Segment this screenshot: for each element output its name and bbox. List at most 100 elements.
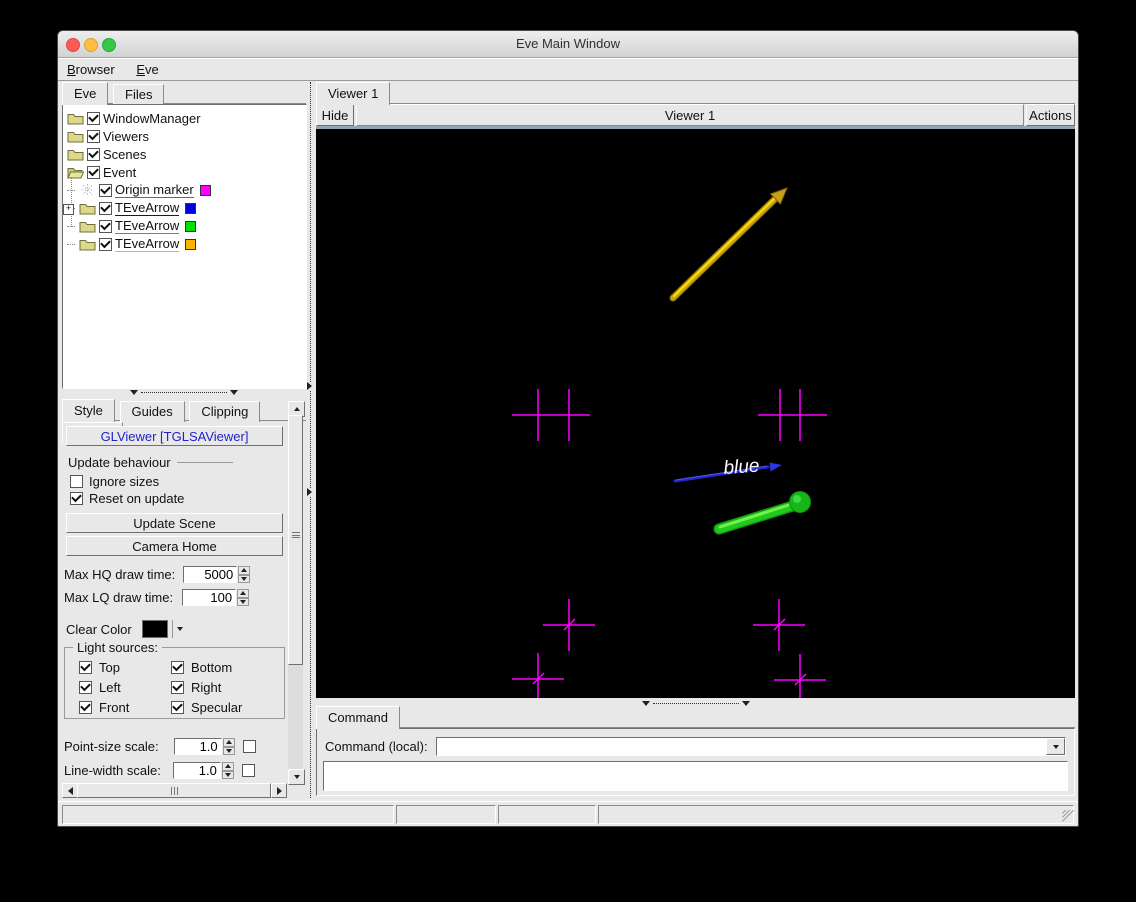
- light-front-checkbox[interactable]: [79, 700, 92, 714]
- clear-color-swatch[interactable]: [141, 620, 168, 638]
- actions-button[interactable]: Actions: [1026, 104, 1075, 126]
- tree-label[interactable]: Event: [103, 165, 136, 180]
- style-horizontal-scrollbar[interactable]: [62, 783, 287, 798]
- line-width-checkbox[interactable]: [241, 764, 255, 777]
- gl-viewport[interactable]: blue: [316, 126, 1075, 698]
- tab-clipping[interactable]: Clipping: [189, 401, 261, 422]
- light-top[interactable]: Top: [73, 660, 165, 675]
- light-specular[interactable]: Specular: [165, 700, 275, 715]
- combo-dropdown-button[interactable]: [1046, 738, 1065, 755]
- splitter-chevron-icon: [307, 382, 312, 390]
- spinner-down-icon: [221, 770, 234, 779]
- light-left-checkbox[interactable]: [79, 680, 92, 694]
- tab-style[interactable]: Style: [62, 399, 115, 422]
- tab-command[interactable]: Command: [316, 706, 400, 729]
- color-swatch-magenta[interactable]: [199, 184, 211, 196]
- max-hq-input[interactable]: [183, 566, 238, 583]
- command-output[interactable]: [323, 761, 1068, 791]
- light-right-checkbox[interactable]: [171, 680, 184, 694]
- tree-label[interactable]: Viewers: [103, 129, 149, 144]
- style-vertical-scrollbar[interactable]: [288, 401, 305, 785]
- status-bar: [58, 801, 1078, 826]
- tree-checkbox[interactable]: [87, 165, 100, 179]
- point-size-spinner[interactable]: [222, 738, 235, 755]
- ignore-sizes-row[interactable]: Ignore sizes: [70, 474, 287, 489]
- tree-row-scenes[interactable]: Scenes: [63, 145, 306, 163]
- camera-home-button[interactable]: Camera Home: [66, 536, 283, 556]
- light-specular-checkbox[interactable]: [171, 700, 184, 714]
- light-bottom[interactable]: Bottom: [165, 660, 275, 675]
- update-scene-button[interactable]: Update Scene: [66, 513, 283, 533]
- command-input[interactable]: [436, 738, 1046, 755]
- scroll-down-icon[interactable]: [288, 769, 305, 785]
- tree-label[interactable]: TEveArrow: [115, 218, 180, 234]
- point-size-input[interactable]: [173, 738, 222, 755]
- resize-grip-icon[interactable]: [1062, 810, 1074, 822]
- menu-eve[interactable]: Eve: [127, 59, 167, 77]
- main-vertical-splitter[interactable]: [307, 82, 315, 798]
- color-swatch-orange[interactable]: [185, 238, 197, 250]
- tree-row-event[interactable]: Event: [63, 163, 306, 181]
- scroll-left-icon[interactable]: [62, 783, 78, 798]
- tree-label[interactable]: Scenes: [103, 147, 146, 162]
- point-size-checkbox[interactable]: [242, 740, 256, 753]
- line-width-input[interactable]: [172, 762, 221, 779]
- status-cell: [396, 805, 496, 824]
- tree-row-origin-marker[interactable]: Origin marker: [67, 181, 306, 199]
- ignore-sizes-checkbox[interactable]: [70, 474, 83, 488]
- tree-checkbox[interactable]: [99, 201, 112, 215]
- spinner-up-icon: [221, 762, 234, 771]
- tree-checkbox[interactable]: [99, 237, 112, 251]
- scrollbar-thumb[interactable]: [288, 415, 303, 665]
- tree-label[interactable]: TEveArrow: [115, 200, 180, 216]
- max-lq-spinner[interactable]: [237, 589, 250, 606]
- light-top-checkbox[interactable]: [79, 660, 92, 674]
- line-width-spinner[interactable]: [221, 762, 234, 779]
- hide-button[interactable]: Hide: [316, 104, 354, 126]
- tree-row-windowmanager[interactable]: WindowManager: [63, 109, 306, 127]
- splitter-dots: [141, 391, 227, 393]
- expander-plus-icon[interactable]: +: [63, 204, 74, 215]
- light-left[interactable]: Left: [73, 680, 165, 695]
- tab-files[interactable]: Files: [113, 84, 165, 105]
- sidebar-splitter[interactable]: [62, 388, 306, 396]
- tab-viewer-1[interactable]: Viewer 1: [316, 82, 391, 105]
- update-behaviour-label: Update behaviour: [68, 455, 281, 470]
- tree-checkbox[interactable]: [87, 147, 100, 161]
- tree-row-tevearrow-yellow[interactable]: TEveArrow: [67, 235, 306, 253]
- tab-guides[interactable]: Guides: [119, 401, 185, 422]
- reset-on-update-checkbox[interactable]: [70, 491, 83, 505]
- tree-row-tevearrow-green[interactable]: TEveArrow: [67, 217, 306, 235]
- tree-row-tevearrow-blue[interactable]: + TEveArrow: [63, 199, 306, 217]
- tree-row-viewers[interactable]: Viewers: [63, 127, 306, 145]
- title-bar[interactable]: Eve Main Window: [58, 31, 1078, 58]
- max-lq-input[interactable]: [182, 589, 237, 606]
- color-swatch-blue[interactable]: [185, 202, 197, 214]
- splitter-chevron-icon: [307, 488, 312, 496]
- light-front[interactable]: Front: [73, 700, 165, 715]
- light-bottom-checkbox[interactable]: [171, 660, 184, 674]
- glviewer-button[interactable]: GLViewer [TGLSAViewer]: [66, 426, 283, 446]
- tab-eve[interactable]: Eve: [62, 82, 109, 105]
- eve-main-window: Eve Main Window Browser Eve Eve Files Wi…: [57, 30, 1079, 827]
- tree-checkbox[interactable]: [99, 183, 112, 197]
- color-swatch-green[interactable]: [185, 220, 197, 232]
- scroll-right-icon[interactable]: [271, 783, 287, 798]
- spinner-down-icon: [222, 746, 235, 755]
- viewer-tabs: Viewer 1: [316, 82, 1075, 105]
- menu-browser[interactable]: Browser: [58, 59, 124, 77]
- tree-checkbox[interactable]: [87, 111, 100, 125]
- tree-label[interactable]: TEveArrow: [115, 236, 180, 252]
- viewer-title: Viewer 1: [356, 104, 1024, 126]
- clear-color-dropdown[interactable]: [171, 620, 187, 638]
- max-hq-label: Max HQ draw time:: [64, 567, 176, 582]
- max-hq-spinner[interactable]: [238, 566, 251, 583]
- tree-checkbox[interactable]: [87, 129, 100, 143]
- tree-label[interactable]: Origin marker: [115, 182, 194, 198]
- scrollbar-thumb[interactable]: [77, 783, 271, 798]
- command-combobox[interactable]: [435, 737, 1066, 756]
- tree-checkbox[interactable]: [99, 219, 112, 233]
- light-right[interactable]: Right: [165, 680, 275, 695]
- reset-on-update-row[interactable]: Reset on update: [70, 491, 287, 506]
- tree-label[interactable]: WindowManager: [103, 111, 201, 126]
